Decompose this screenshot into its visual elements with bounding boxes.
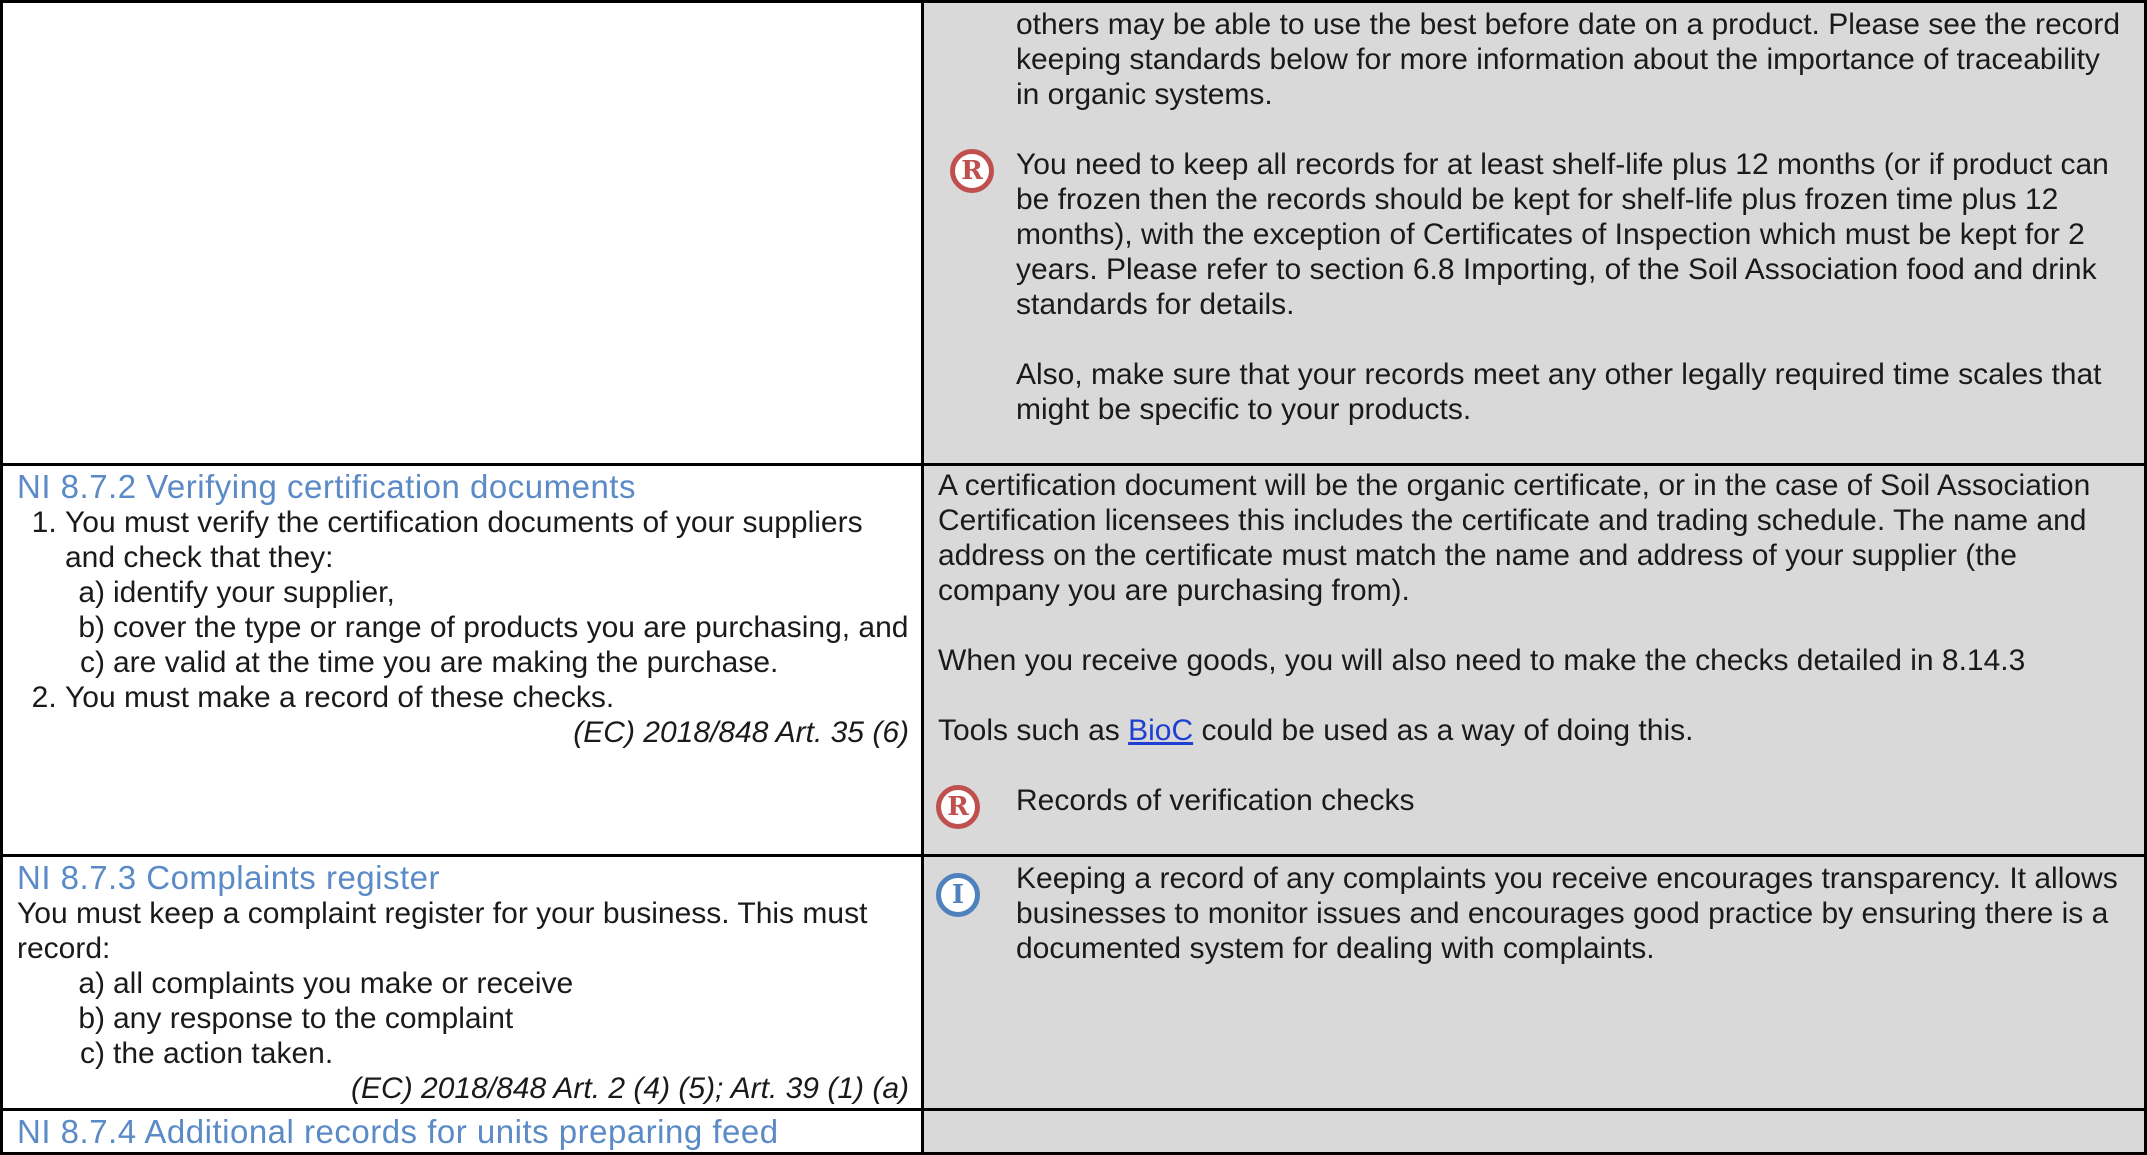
sub-item: b) cover the type or range of products yo… [78,611,909,644]
row2-guidance-text-1: A certification document will be the org… [938,469,2091,607]
sub-item: a) identify your supplier, [78,576,395,609]
regulation-reference: (EC) 2018/848 Art. 35 (6) [573,716,909,749]
section-heading-8-7-2: NI 8.7.2 Verifying certification documen… [17,468,636,505]
section-heading-8-7-4: NI 8.7.4 Additional records for units pr… [17,1113,779,1150]
row2-guidance-text-3: Tools such as BioC could be used as a wa… [938,714,1694,747]
row1-left-cell [0,0,924,466]
row2-guidance-cell: A certification document will be the org… [921,463,2147,857]
sub-item: c) the action taken. [80,1037,334,1070]
requirement-item: You must verify the certification docume… [65,505,909,680]
row1-guidance-text-2: You need to keep all records for at leas… [1016,148,2109,321]
complaints-intro: You must keep a complaint register for y… [17,897,868,965]
section-heading-8-7-3: NI 8.7.3 Complaints register [17,859,441,896]
bioc-link[interactable]: BioC [1128,714,1193,747]
row3-standard-cell: NI 8.7.3 Complaints register You must ke… [0,854,924,1111]
standards-table: others may be able to use the best befor… [0,0,2147,1155]
sub-item: a) all complaints you make or receive [78,967,574,1000]
sub-item: c) are valid at the time you are making t… [80,646,779,679]
row2-standard-cell: NI 8.7.2 Verifying certification documen… [0,463,924,857]
record-icon: R [950,149,994,193]
row3-guidance-text: Keeping a record of any complaints you r… [1016,862,2118,965]
row1-guidance-text-3: Also, make sure that your records meet a… [1016,358,2102,426]
row4-standard-cell: NI 8.7.4 Additional records for units pr… [0,1108,924,1155]
info-icon: I [936,873,980,917]
requirements-list: You must verify the certification docume… [17,505,909,715]
row4-guidance-cell [921,1108,2147,1155]
regulation-reference: (EC) 2018/848 Art. 2 (4) (5); Art. 39 (1… [351,1072,909,1105]
sub-item: b) any response to the complaint [78,1002,514,1035]
sub-requirements-list: a) identify your supplier, b) cover the ty… [65,575,909,680]
row3-guidance-cell: I Keeping a record of any complaints you… [921,854,2147,1111]
row1-guidance-cell: others may be able to use the best befor… [921,0,2147,466]
complaints-list: a) all complaints you make or receive b) a… [17,966,909,1071]
row1-guidance-text-1: others may be able to use the best befor… [1016,8,2121,111]
record-icon: R [936,785,980,829]
row2-guidance-text-2: When you receive goods, you will also ne… [938,644,2026,677]
row2-record-text: Records of verification checks [1016,784,1415,817]
requirement-item: You must make a record of these checks. [65,680,909,715]
